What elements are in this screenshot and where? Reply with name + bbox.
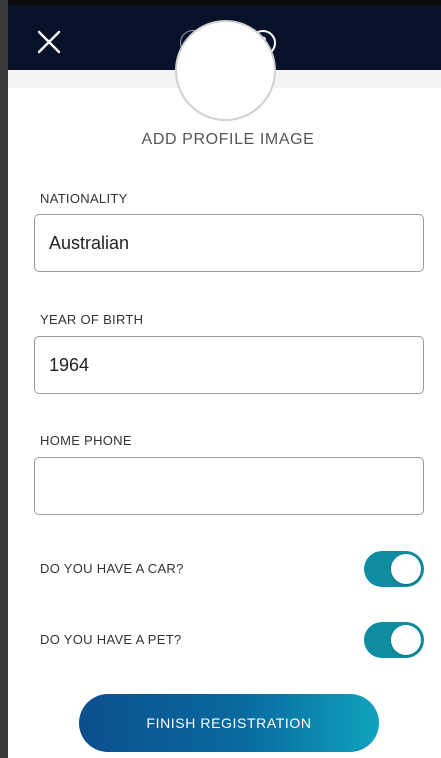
home-phone-field[interactable] bbox=[34, 457, 424, 515]
pet-question-label: DO YOU HAVE A PET? bbox=[40, 632, 182, 647]
pet-toggle[interactable] bbox=[364, 622, 424, 658]
car-toggle[interactable] bbox=[364, 551, 424, 587]
car-toggle-row: DO YOU HAVE A CAR? bbox=[40, 551, 424, 589]
car-question-label: DO YOU HAVE A CAR? bbox=[40, 561, 184, 576]
add-profile-image-link[interactable]: ADD PROFILE IMAGE bbox=[8, 131, 441, 149]
nationality-label: NATIONALITY bbox=[40, 191, 128, 206]
registration-screen: 1 2 ADD PROFILE IMAGE NATIONALITY Austra… bbox=[8, 0, 441, 758]
year-of-birth-label: YEAR OF BIRTH bbox=[40, 312, 144, 327]
toggle-knob bbox=[391, 554, 421, 584]
home-phone-label: HOME PHONE bbox=[40, 433, 132, 448]
year-of-birth-field[interactable]: 1964 bbox=[34, 336, 424, 394]
pet-toggle-row: DO YOU HAVE A PET? bbox=[40, 622, 424, 660]
toggle-knob bbox=[391, 625, 421, 655]
nationality-field[interactable]: Australian bbox=[34, 214, 424, 272]
profile-image-placeholder[interactable] bbox=[175, 20, 276, 121]
finish-registration-button[interactable]: FINISH REGISTRATION bbox=[79, 694, 379, 752]
close-icon[interactable] bbox=[36, 29, 62, 55]
